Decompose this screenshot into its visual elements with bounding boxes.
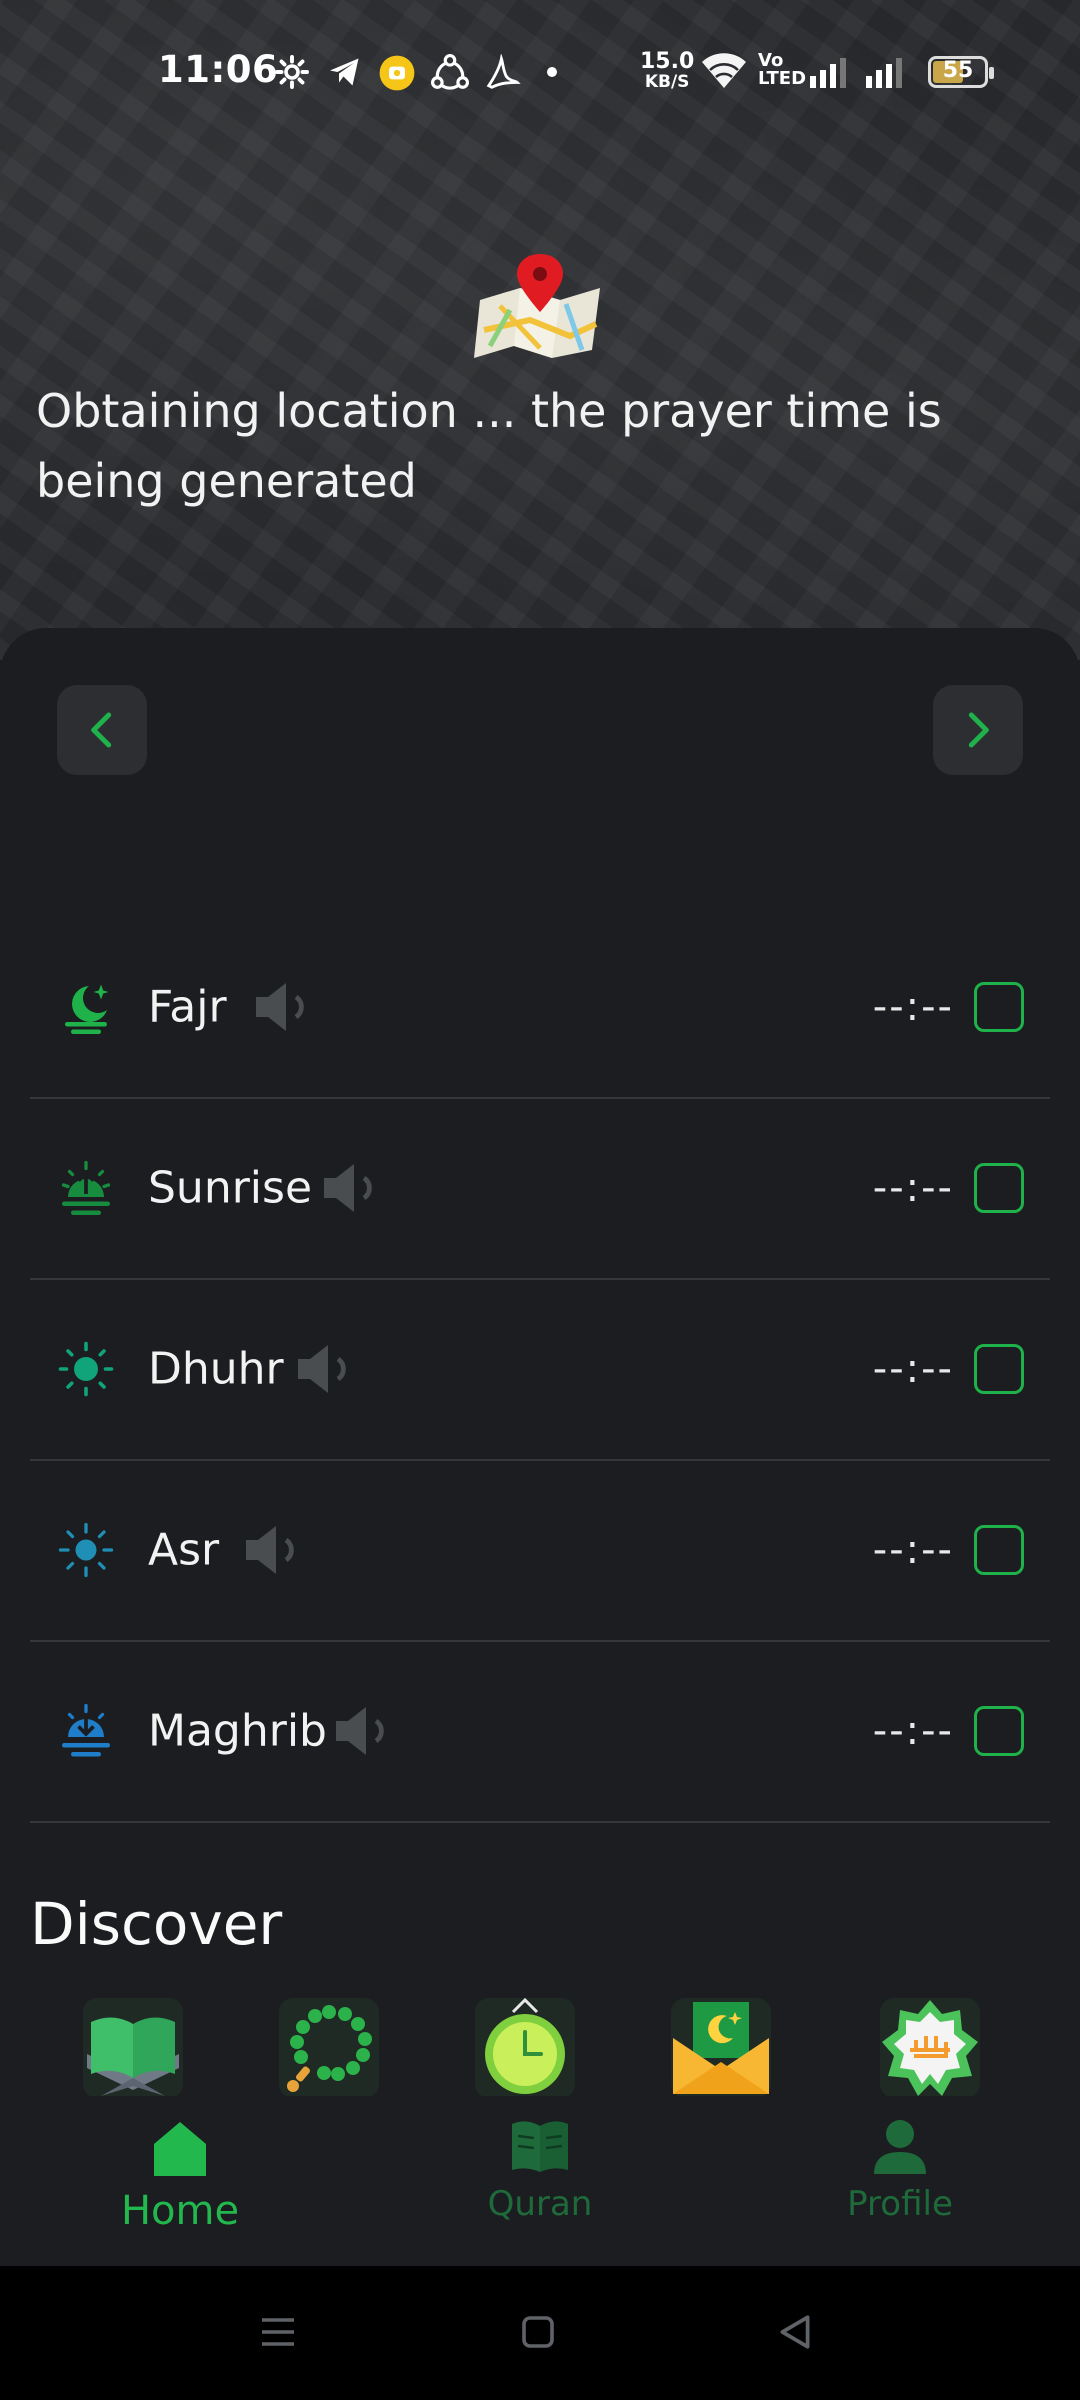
header-map-background: 11:06 15.0 KB/S Vo LTED 55 Obtaining loc…: [0, 0, 1080, 660]
adhan-sound-toggle[interactable]: [318, 1158, 382, 1218]
maghrib-icon: [62, 1703, 110, 1757]
back-button-icon[interactable]: [774, 2310, 816, 2354]
prayer-done-checkbox[interactable]: [974, 982, 1024, 1032]
prayer-name: Maghrib: [148, 1705, 327, 1757]
adhan-sound-toggle[interactable]: [330, 1701, 394, 1761]
prayer-done-checkbox[interactable]: [974, 1344, 1024, 1394]
prayer-time: --:--: [872, 984, 954, 1030]
bottom-navigation: Home Quran Profile: [0, 2096, 1080, 2266]
location-status-text: Obtaining location ... the prayer time i…: [36, 384, 942, 508]
network-speed-unit: KB/S: [644, 72, 690, 92]
more-notifications-dot-icon: [547, 67, 557, 77]
system-navigation-bar: [0, 2266, 1080, 2400]
battery-indicator: 55: [928, 56, 994, 88]
asr-icon: [58, 1522, 114, 1578]
prayer-row-sunrise: Sunrise --:--: [30, 1098, 1050, 1280]
previous-day-button[interactable]: [57, 685, 147, 775]
status-bar: 11:06 15.0 KB/S Vo LTED 55: [0, 40, 1080, 104]
prayer-row-maghrib: Maghrib --:--: [30, 1641, 1050, 1823]
app-notification-icon: [379, 55, 415, 91]
prayer-name: Fajr: [148, 981, 227, 1033]
recent-apps-icon[interactable]: [258, 2312, 298, 2352]
dhuhr-icon: [58, 1341, 114, 1397]
prayer-row-asr: Asr --:--: [30, 1460, 1050, 1642]
prayer-name: Sunrise: [148, 1162, 313, 1214]
adhan-sound-toggle[interactable]: [292, 1339, 356, 1399]
settings-gear-icon: [275, 55, 309, 89]
prayer-time: --:--: [872, 1165, 954, 1211]
prayer-time: --:--: [872, 1346, 954, 1392]
network-speed: 15.0 KB/S: [640, 49, 695, 93]
tab-profile-label: Profile: [847, 2184, 953, 2224]
quran-book-icon[interactable]: [83, 1998, 183, 2098]
tab-home[interactable]: Home: [70, 2116, 290, 2234]
signal-strength-2-icon: [866, 58, 902, 88]
tab-profile[interactable]: Profile: [790, 2116, 1010, 2224]
volte-indicator: Vo LTED: [758, 52, 806, 88]
prayer-name: Asr: [148, 1524, 220, 1576]
share-app-icon: [431, 54, 469, 90]
chevron-right-icon: [968, 712, 989, 748]
tab-quran[interactable]: Quran: [430, 2116, 650, 2224]
next-day-button[interactable]: [933, 685, 1023, 775]
signal-strength-1-icon: [810, 58, 846, 88]
wifi-icon: [702, 53, 746, 88]
telegram-icon: [330, 58, 359, 86]
home-icon: [154, 2122, 206, 2176]
prayer-row-dhuhr: Dhuhr --:--: [30, 1279, 1050, 1461]
prayer-done-checkbox[interactable]: [974, 1163, 1024, 1213]
prayer-done-checkbox[interactable]: [974, 1706, 1024, 1756]
envelope-moon-icon[interactable]: [671, 1998, 771, 2098]
prayer-name: Dhuhr: [148, 1343, 284, 1395]
adhan-sound-toggle[interactable]: [240, 1520, 304, 1580]
quran-tab-icon: [512, 2121, 568, 2172]
fajr-icon: [65, 984, 109, 1034]
volte-label-bottom: LTED: [758, 68, 807, 89]
prayer-done-checkbox[interactable]: [974, 1525, 1024, 1575]
chevron-left-icon: [91, 712, 112, 748]
discover-title: Discover: [30, 1890, 283, 1958]
sunrise-icon: [61, 1160, 111, 1215]
map-location-icon: [474, 254, 600, 358]
tab-home-label: Home: [120, 2188, 240, 2234]
status-time: 11:06: [158, 48, 279, 91]
prayer-time: --:--: [872, 1527, 954, 1573]
prayer-time: --:--: [872, 1708, 954, 1754]
pdf-reader-icon: [486, 54, 521, 89]
network-speed-value: 15.0: [640, 49, 695, 74]
allah-calligraphy-icon[interactable]: [880, 1998, 980, 2098]
prayer-clock-icon[interactable]: [475, 1998, 575, 2098]
home-button-icon[interactable]: [518, 2312, 558, 2352]
tasbih-beads-icon[interactable]: [279, 1998, 379, 2098]
profile-icon: [874, 2120, 926, 2174]
prayer-row-fajr: Fajr --:--: [30, 917, 1050, 1099]
tab-quran-label: Quran: [487, 2184, 593, 2224]
adhan-sound-toggle[interactable]: [250, 977, 314, 1037]
battery-level: 55: [942, 58, 974, 83]
